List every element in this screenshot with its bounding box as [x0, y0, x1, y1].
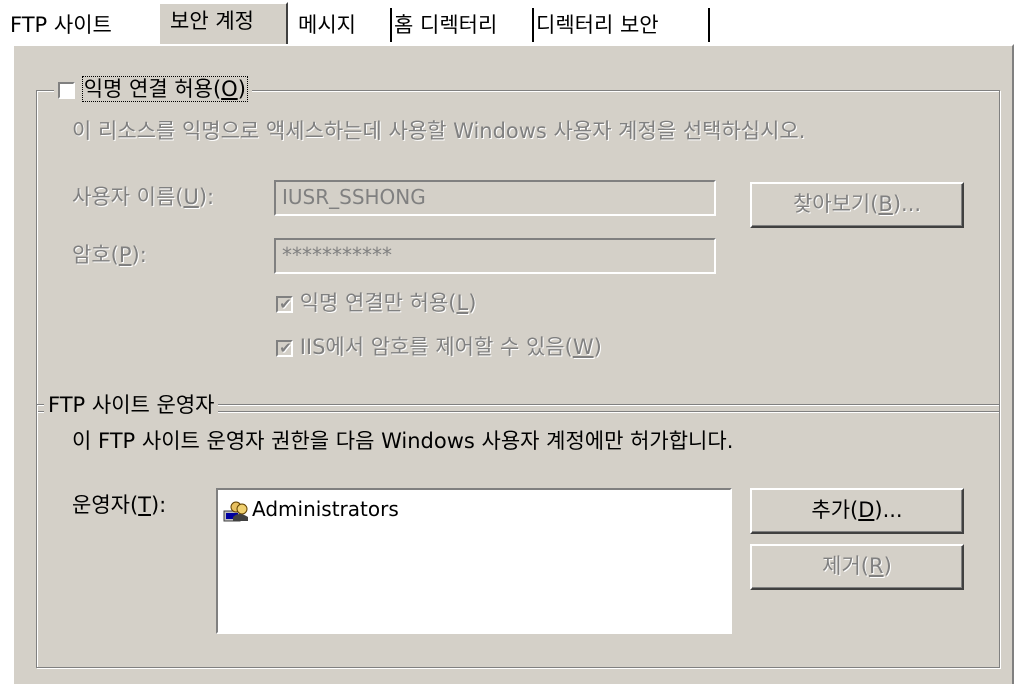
anonymous-checkbox-row[interactable]: 익명 연결 허용(O): [54, 76, 252, 102]
operators-list[interactable]: Administrators: [216, 488, 732, 634]
operators-description: 이 FTP 사이트 운영자 권한을 다음 Windows 사용자 계정에만 허가…: [72, 429, 734, 453]
only-anonymous-row[interactable]: ✔ 익명 연결만 허용(L): [276, 290, 476, 316]
only-anonymous-checkbox[interactable]: ✔: [276, 294, 293, 313]
tab-label: 홈 디렉터리: [394, 13, 498, 37]
username-field[interactable]: IUSR_SSHONG: [274, 180, 716, 216]
iis-password-label: IIS에서 암호를 제어할 수 있음(W): [299, 335, 602, 359]
checkmark-icon: ✔: [279, 294, 292, 313]
tab-security-accounts[interactable]: 보안 계정: [158, 2, 288, 44]
iis-password-row[interactable]: ✔ IIS에서 암호를 제어할 수 있음(W): [276, 334, 602, 360]
password-label: 암호(P):: [72, 243, 147, 267]
browse-button[interactable]: 찾아보기(B)...: [750, 182, 964, 228]
tab-ftp-site[interactable]: FTP 사이트: [6, 8, 162, 42]
add-operator-button[interactable]: 추가(D)...: [750, 488, 964, 534]
tab-label: 보안 계정: [170, 9, 254, 33]
tab-label: FTP 사이트: [10, 13, 112, 37]
anonymous-checkbox[interactable]: [58, 81, 75, 99]
username-label: 사용자 이름(U):: [72, 185, 215, 209]
tab-messages[interactable]: 메시지: [292, 8, 392, 42]
tab-label: 메시지: [298, 13, 356, 37]
users-group-icon: [222, 499, 250, 523]
tab-home-directory[interactable]: 홈 디렉터리: [388, 8, 534, 42]
tab-bar: FTP 사이트 보안 계정 메시지 홈 디렉터리 디렉터리 보안: [0, 0, 1025, 46]
anonymous-checkbox-label: 익명 연결 허용(O): [81, 76, 248, 102]
remove-operator-button[interactable]: 제거(R): [750, 544, 964, 590]
tab-directory-security[interactable]: 디렉터리 보안: [530, 8, 710, 42]
only-anonymous-label: 익명 연결만 허용(L): [299, 291, 477, 315]
operators-group-title: FTP 사이트 운영자: [44, 392, 219, 418]
tab-panel: 익명 연결 허용(O) 이 리소스를 익명으로 액세스하는데 사용할 Windo…: [12, 44, 1014, 684]
operator-name: Administrators: [252, 497, 399, 521]
anonymous-description: 이 리소스를 익명으로 액세스하는데 사용할 Windows 사용자 계정을 선…: [72, 119, 806, 143]
list-item[interactable]: Administrators: [222, 494, 399, 524]
operators-label: 운영자(T):: [72, 493, 167, 517]
checkmark-icon: ✔: [279, 338, 292, 357]
iis-password-checkbox[interactable]: ✔: [276, 338, 293, 357]
tab-label: 디렉터리 보안: [536, 13, 659, 37]
password-field[interactable]: ***********: [274, 238, 716, 274]
